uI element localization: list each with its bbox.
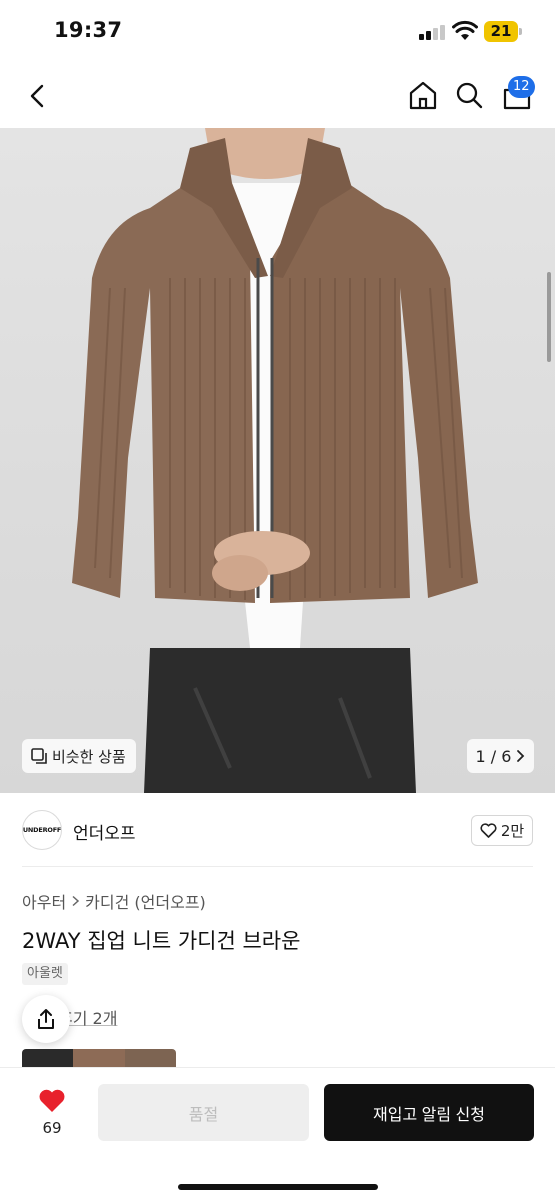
outlet-tag: 아울렛 bbox=[22, 963, 68, 985]
brand-name[interactable]: 언더오프 bbox=[73, 819, 136, 844]
divider bbox=[22, 866, 533, 867]
scroll-indicator bbox=[547, 272, 551, 362]
similar-products-button[interactable]: 비슷한 상품 bbox=[22, 739, 136, 773]
cart-count-badge: 12 bbox=[508, 76, 535, 98]
home-icon[interactable] bbox=[406, 78, 440, 112]
wifi-icon bbox=[452, 20, 478, 40]
status-bar: 19:37 21 bbox=[0, 0, 555, 64]
search-icon[interactable] bbox=[452, 78, 486, 112]
chevron-right-icon bbox=[72, 895, 80, 907]
review-thumbnail[interactable] bbox=[73, 1049, 125, 1068]
chevron-right-icon bbox=[517, 750, 525, 762]
status-time: 19:37 bbox=[54, 18, 123, 42]
similar-products-label: 비슷한 상품 bbox=[52, 747, 126, 766]
brand-like-count: 2만 bbox=[500, 822, 525, 840]
back-icon[interactable] bbox=[24, 78, 52, 114]
breadcrumb-category[interactable]: 아우터 bbox=[22, 889, 66, 913]
share-icon bbox=[38, 1009, 54, 1029]
signal-icon bbox=[419, 24, 447, 40]
battery-level: 21 bbox=[484, 21, 518, 42]
gallery-pager[interactable]: 1 / 6 bbox=[467, 739, 534, 773]
review-thumbnail[interactable] bbox=[22, 1049, 74, 1068]
wish-count: 69 bbox=[42, 1119, 62, 1137]
review-thumbnails[interactable] bbox=[22, 1049, 176, 1068]
breadcrumb: 아우터 카디건 (언더오프) bbox=[22, 889, 206, 913]
review-thumbnail[interactable] bbox=[124, 1049, 176, 1068]
heart-outline-icon bbox=[480, 823, 497, 838]
nav-bar bbox=[0, 64, 555, 128]
brand-row[interactable]: UNDEROFF 언더오프 2만 bbox=[0, 793, 555, 867]
gallery-pager-label: 1 / 6 bbox=[475, 746, 512, 766]
soldout-button: 품절 bbox=[98, 1084, 309, 1141]
product-title: 2WAY 집업 니트 가디건 브라운 bbox=[22, 929, 301, 953]
breadcrumb-subcategory[interactable]: 카디건 (언더오프) bbox=[85, 889, 206, 913]
brand-like-button[interactable]: 2만 bbox=[471, 815, 533, 846]
bottom-action-bar: 69 품절 재입고 알림 신청 bbox=[0, 1067, 555, 1200]
battery-tip bbox=[519, 28, 522, 35]
product-image-gallery[interactable] bbox=[0, 128, 555, 793]
wish-button[interactable]: 69 bbox=[26, 1088, 78, 1137]
home-indicator bbox=[178, 1184, 378, 1190]
heart-icon bbox=[39, 1089, 65, 1112]
similar-icon bbox=[31, 747, 47, 764]
product-photo bbox=[72, 128, 478, 793]
brand-logo[interactable]: UNDEROFF bbox=[22, 810, 62, 850]
restock-alert-button[interactable]: 재입고 알림 신청 bbox=[324, 1084, 534, 1141]
share-button[interactable] bbox=[22, 995, 70, 1043]
